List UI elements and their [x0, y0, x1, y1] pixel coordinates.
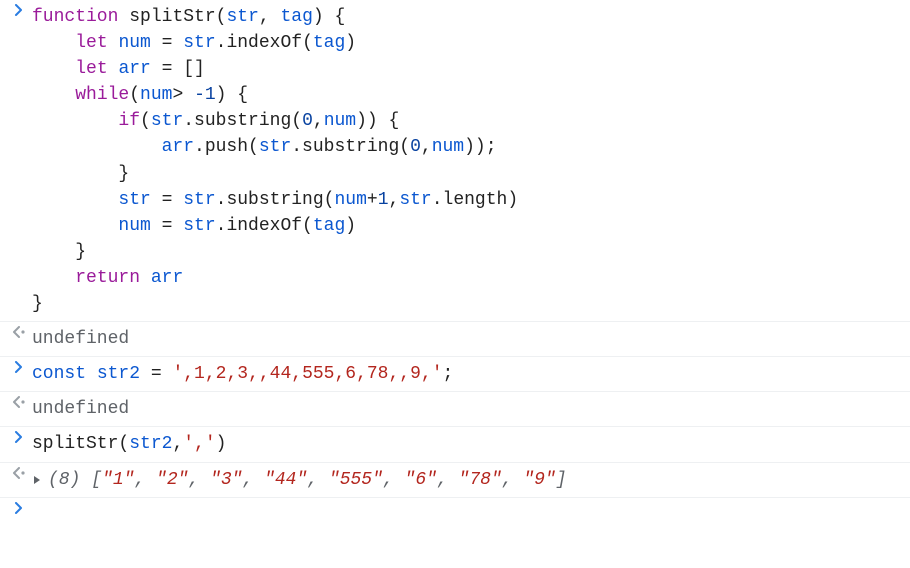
output-prompt-icon	[6, 326, 32, 338]
output-prompt-icon	[6, 467, 32, 479]
console-input-row: splitStr(str2,',')	[0, 427, 910, 462]
output-prompt-icon	[6, 396, 32, 408]
array-item: "1"	[102, 470, 134, 490]
array-item: "2"	[156, 470, 188, 490]
array-item: "44"	[264, 470, 307, 490]
input-prompt-icon	[6, 4, 32, 16]
console-output-row: undefined	[0, 392, 910, 427]
result-array: (8) ["1", "2", "3", "44", "555", "6", "7…	[32, 467, 910, 493]
array-item: "6"	[405, 470, 437, 490]
devtools-console: function splitStr(str, tag) { let num = …	[0, 0, 910, 532]
input-prompt-icon	[6, 361, 32, 373]
console-input-row: function splitStr(str, tag) { let num = …	[0, 0, 910, 322]
code-block: const str2 = ',1,2,3,,44,555,6,78,,9,';	[32, 361, 910, 387]
code-block: splitStr(str2,',')	[32, 431, 910, 457]
array-length: (8)	[48, 470, 91, 490]
console-input[interactable]	[32, 502, 910, 528]
result-undefined: undefined	[32, 326, 910, 352]
array-item: "3"	[210, 470, 242, 490]
console-input-row: const str2 = ',1,2,3,,44,555,6,78,,9,';	[0, 357, 910, 392]
input-prompt-icon	[6, 431, 32, 443]
array-item: "9"	[523, 470, 555, 490]
code-block: function splitStr(str, tag) { let num = …	[32, 4, 910, 317]
console-output-row: (8) ["1", "2", "3", "44", "555", "6", "7…	[0, 463, 910, 498]
array-item: "78"	[459, 470, 502, 490]
console-prompt-row[interactable]	[0, 498, 910, 532]
input-prompt-icon	[6, 502, 32, 514]
expand-triangle-icon[interactable]	[32, 475, 42, 485]
console-output-row: undefined	[0, 322, 910, 357]
result-undefined: undefined	[32, 396, 910, 422]
array-item: "555"	[329, 470, 383, 490]
